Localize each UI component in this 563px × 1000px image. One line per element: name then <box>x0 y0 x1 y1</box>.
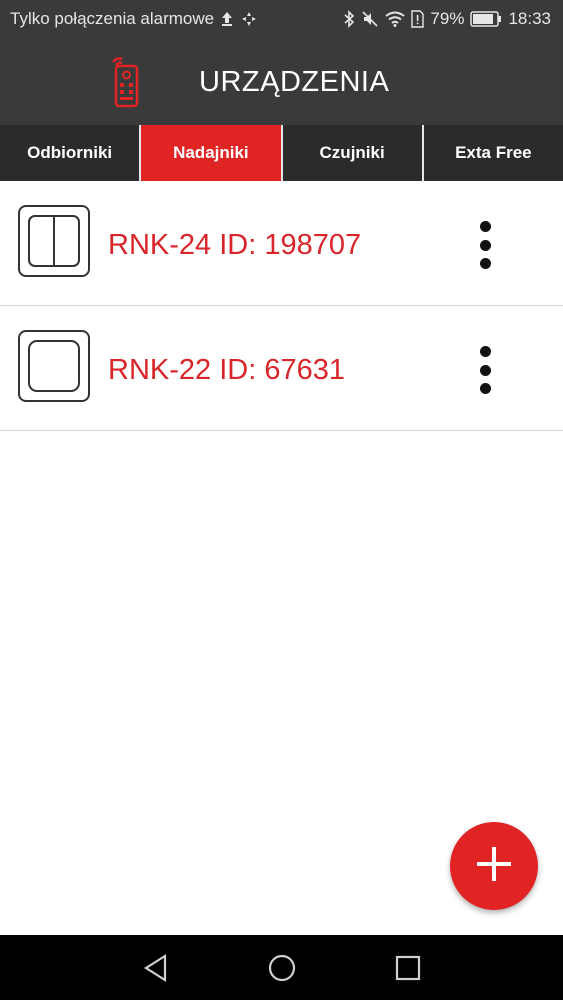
device-name: RNK-24 ID: 198707 <box>108 229 362 261</box>
more-options-icon[interactable] <box>473 346 497 394</box>
status-bar: Tylko połączenia alarmowe 79% 18:33 <box>0 0 563 38</box>
remote-control-icon <box>108 56 140 113</box>
upload-icon <box>220 11 234 27</box>
home-icon[interactable] <box>267 953 297 988</box>
tab-bar: Odbiorniki Nadajniki Czujniki Exta Free <box>0 125 563 181</box>
single-switch-icon <box>18 330 90 407</box>
tab-odbiorniki[interactable]: Odbiorniki <box>0 125 142 181</box>
tab-nadajniki[interactable]: Nadajniki <box>141 125 283 181</box>
plus-icon <box>474 844 514 889</box>
list-item[interactable]: RNK-24 ID: 198707 <box>0 181 563 306</box>
app-bar: URZĄDZENIA <box>0 38 563 125</box>
back-icon[interactable] <box>141 953 171 988</box>
sim-alert-icon <box>411 10 425 28</box>
mute-icon <box>361 10 379 28</box>
device-name: RNK-22 ID: 67631 <box>108 354 345 386</box>
list-item[interactable]: RNK-22 ID: 67631 <box>0 306 563 431</box>
recents-icon[interactable] <box>393 953 423 988</box>
carrier-text: Tylko połączenia alarmowe <box>10 9 215 28</box>
sync-icon <box>240 10 258 28</box>
tab-czujniki[interactable]: Czujniki <box>283 125 424 181</box>
page-title: URZĄDZENIA <box>199 66 390 98</box>
bluetooth-icon <box>343 10 355 28</box>
more-options-icon[interactable] <box>473 221 497 269</box>
battery-icon <box>470 11 502 27</box>
clock: 18:33 <box>508 9 551 28</box>
wifi-icon <box>385 11 406 27</box>
double-switch-icon <box>18 205 90 282</box>
battery-percent: 79% <box>430 9 465 28</box>
device-list: RNK-24 ID: 198707 RNK-22 ID: 67631 <box>0 181 563 431</box>
tab-exta-free[interactable]: Exta Free <box>424 125 563 181</box>
add-device-button[interactable] <box>450 822 538 910</box>
navigation-bar <box>0 935 563 1000</box>
